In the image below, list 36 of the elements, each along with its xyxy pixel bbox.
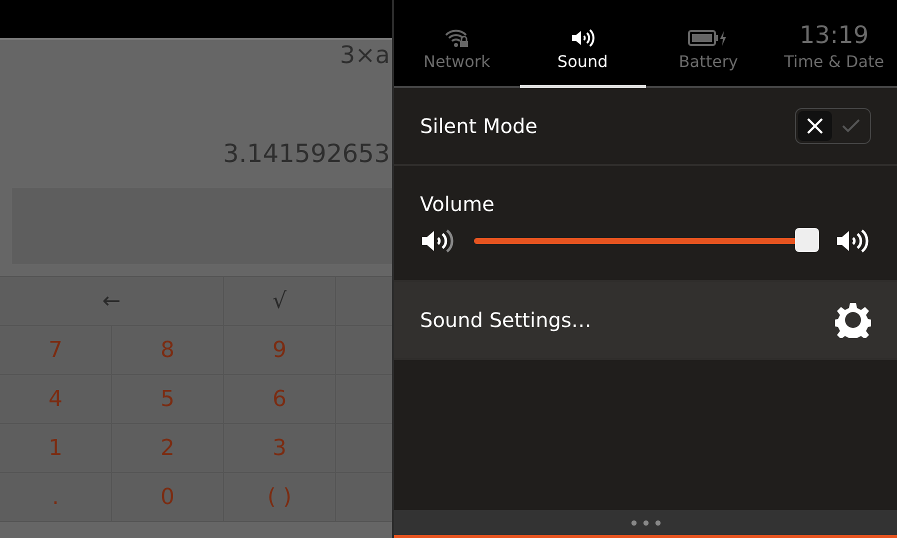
calculator-key[interactable]: 4 (0, 375, 112, 424)
silent-mode-label: Silent Mode (420, 114, 538, 138)
calculator-key[interactable]: 7 (0, 326, 112, 375)
calculator-key[interactable]: ( ) (224, 473, 336, 522)
check-icon (841, 118, 861, 134)
calculator-key[interactable]: 2 (112, 424, 224, 473)
calculator-key[interactable]: 9 (224, 326, 336, 375)
calculator-key[interactable]: 8 (112, 326, 224, 375)
sound-settings-label[interactable]: Sound Settings… (420, 308, 592, 332)
indicator-tab[interactable]: 13:19 Time & Date (771, 0, 897, 88)
calculator-key[interactable]: . (0, 473, 112, 522)
calculator-key[interactable]: 6 (224, 375, 336, 424)
wifi-lock-icon (444, 28, 469, 48)
calculator-key[interactable]: 3 (224, 424, 336, 473)
indicator-tab[interactable]: Sound (520, 0, 646, 88)
volume-label: Volume (420, 192, 496, 216)
clock-time: 13:19 (800, 22, 869, 48)
silent-mode-switch[interactable] (795, 108, 871, 144)
settings-icon[interactable] (835, 302, 871, 338)
calculator-key[interactable]: ← (0, 277, 224, 326)
speaker-icon (570, 28, 595, 48)
calculator-key[interactable]: 0 (112, 473, 224, 522)
calculator-key[interactable]: √ (224, 277, 336, 326)
input-field[interactable] (12, 188, 392, 264)
battery-charging-icon (688, 28, 728, 48)
formula-text: 3×a (340, 40, 390, 70)
indicator-tab[interactable]: Network (394, 0, 520, 88)
volume-low-icon (420, 228, 456, 254)
calculator-key[interactable]: 5 (112, 375, 224, 424)
volume-high-icon (835, 228, 871, 254)
calculator-key[interactable]: 1 (0, 424, 112, 473)
close-icon (806, 117, 824, 135)
result-text: 3.141592653 (222, 138, 390, 170)
slider-thumb[interactable] (794, 228, 819, 252)
indicator-tab[interactable]: Battery (646, 0, 772, 88)
handle-dots-icon[interactable] (630, 520, 660, 526)
